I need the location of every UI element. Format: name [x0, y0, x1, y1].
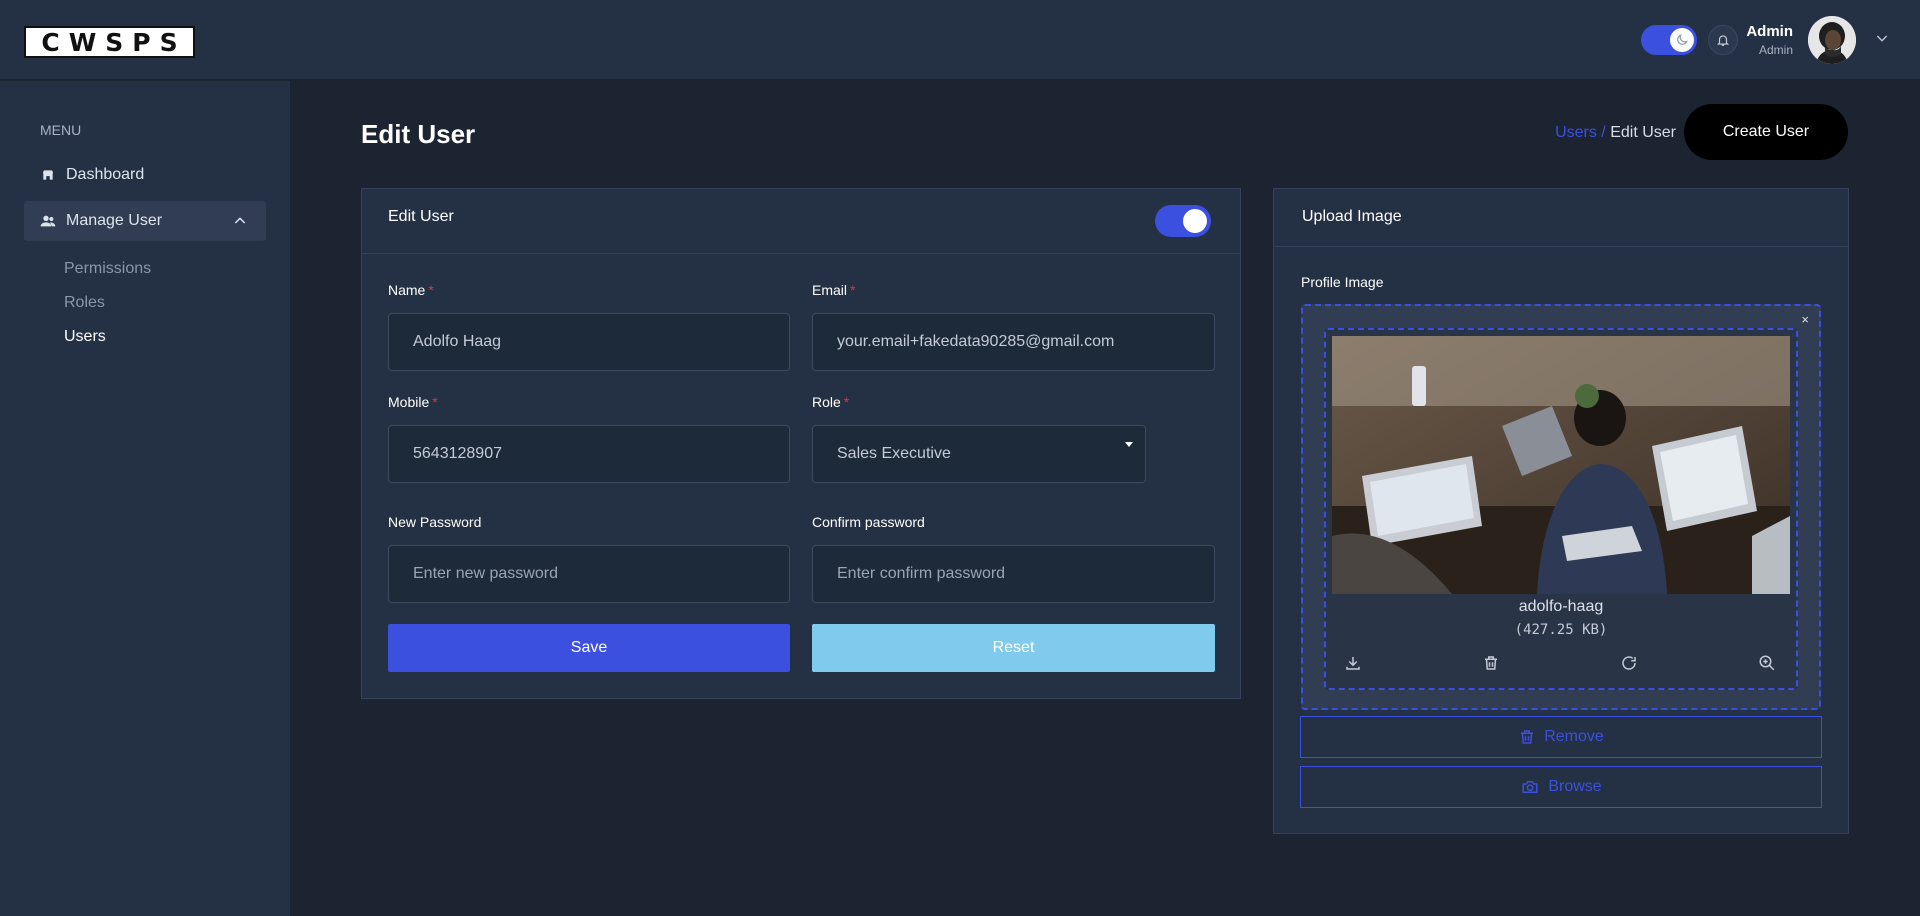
- download-icon[interactable]: [1342, 652, 1364, 674]
- user-name: Admin: [1746, 23, 1793, 40]
- name-input[interactable]: Adolfo Haag: [388, 313, 790, 371]
- rotate-icon[interactable]: [1618, 652, 1640, 674]
- trash-icon[interactable]: [1480, 652, 1502, 674]
- dark-mode-toggle[interactable]: [1641, 25, 1697, 55]
- file-size: (427.25 KB): [1514, 622, 1608, 638]
- remove-label: Remove: [1544, 728, 1604, 745]
- remove-image-button[interactable]: Remove: [1300, 716, 1822, 758]
- confirm-password-label: Confirm password: [812, 514, 925, 530]
- confirm-password-input[interactable]: Enter confirm password: [812, 545, 1215, 603]
- email-input[interactable]: your.email+fakedata90285@gmail.com: [812, 313, 1215, 371]
- sidebar-item-dashboard[interactable]: Dashboard: [24, 155, 266, 195]
- logo[interactable]: CWSPS: [24, 26, 195, 58]
- new-password-label: New Password: [388, 514, 482, 530]
- role-label: Role *: [812, 394, 850, 410]
- moon-icon: [1670, 28, 1694, 52]
- breadcrumb-users-link[interactable]: Users /: [1555, 124, 1606, 141]
- image-preview: adolfo-haag (427.25 KB): [1324, 328, 1798, 690]
- upload-card-title: Upload Image: [1302, 208, 1402, 225]
- camera-icon: [1522, 781, 1538, 793]
- store-icon: [40, 167, 56, 183]
- profile-photo: [1332, 336, 1790, 594]
- breadcrumb-current: Edit User: [1610, 124, 1676, 141]
- upload-card-header: Upload Image: [1274, 189, 1848, 247]
- file-name: adolfo-haag: [1518, 598, 1604, 615]
- chevron-down-icon[interactable]: [1874, 30, 1890, 51]
- avatar[interactable]: [1808, 16, 1856, 64]
- edit-user-card-title: Edit User: [388, 208, 454, 225]
- name-label: Name *: [388, 282, 434, 298]
- browse-image-button[interactable]: Browse: [1300, 766, 1822, 808]
- logo-text: CWSPS: [41, 27, 187, 57]
- sidebar-subitem-roles[interactable]: Roles: [64, 294, 105, 312]
- close-icon[interactable]: ×: [1801, 312, 1809, 327]
- create-user-button[interactable]: Create User: [1684, 104, 1848, 160]
- zoom-in-icon[interactable]: [1756, 652, 1778, 674]
- user-role: Admin: [1758, 43, 1793, 57]
- trash-icon: [1521, 730, 1534, 744]
- sidebar-item-manage-user[interactable]: Manage User: [24, 201, 266, 241]
- role-select-value: Sales Executive: [837, 445, 951, 462]
- mobile-label: Mobile *: [388, 394, 438, 410]
- notification-bell-icon[interactable]: [1708, 25, 1738, 55]
- breadcrumb: Users / Edit User: [1555, 124, 1676, 142]
- page-title: Edit User: [361, 119, 476, 149]
- sidebar-item-label: Manage User: [66, 212, 163, 229]
- profile-image-label: Profile Image: [1301, 274, 1384, 290]
- sidebar: MENU Dashboard Manage User Permissions R…: [0, 81, 290, 916]
- chevron-up-icon: [232, 213, 248, 234]
- top-header: CWSPS Admin Admin: [0, 0, 1920, 80]
- user-status-toggle[interactable]: [1155, 205, 1211, 237]
- reset-button[interactable]: Reset: [812, 624, 1215, 672]
- browse-label: Browse: [1548, 778, 1602, 795]
- new-password-input[interactable]: Enter new password: [388, 545, 790, 603]
- edit-user-card-header: Edit User: [362, 189, 1240, 254]
- menu-label: MENU: [40, 122, 82, 138]
- role-select[interactable]: Sales Executive: [812, 425, 1146, 483]
- sidebar-subitem-users[interactable]: Users: [64, 328, 106, 346]
- save-button[interactable]: Save: [388, 624, 790, 672]
- email-label: Email *: [812, 282, 856, 298]
- image-dropzone[interactable]: × adolfo-haag (427.25 KB): [1301, 304, 1821, 710]
- sidebar-item-label: Dashboard: [66, 166, 145, 183]
- edit-user-card: Edit User Name * Adolfo Haag Email * your.…: [361, 188, 1241, 699]
- sidebar-subitem-permissions[interactable]: Permissions: [64, 260, 151, 278]
- user-info[interactable]: Admin Admin: [1746, 23, 1793, 57]
- toggle-knob: [1183, 209, 1207, 233]
- users-icon: [40, 213, 56, 229]
- dropdown-arrow-icon: [1125, 442, 1133, 447]
- mobile-input[interactable]: 5643128907: [388, 425, 790, 483]
